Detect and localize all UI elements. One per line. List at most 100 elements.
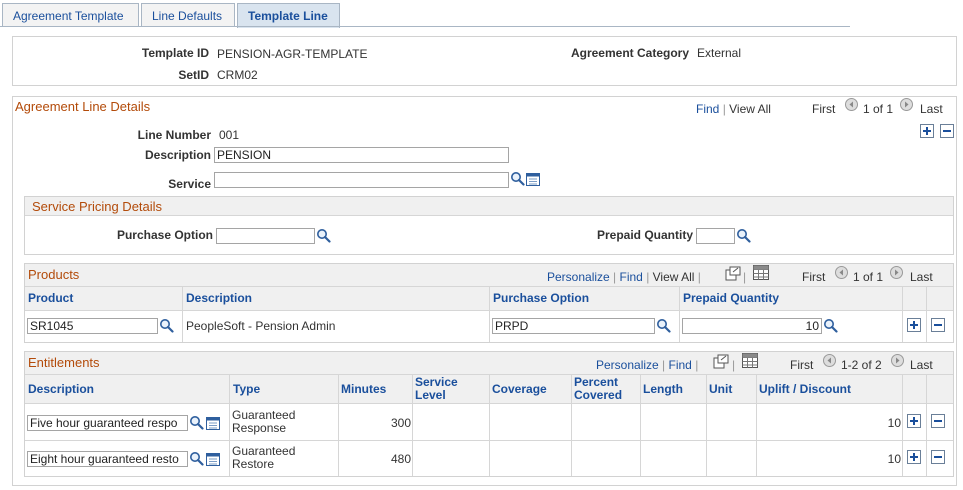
- setid-value: CRM02: [217, 68, 258, 82]
- line-details-view-all-link[interactable]: View All: [729, 102, 771, 116]
- product-purchase-option-search-icon[interactable]: [656, 318, 671, 333]
- product-purchase-option-input[interactable]: PRPD: [492, 318, 655, 334]
- entitlements-col-divider: [706, 374, 707, 476]
- service-pricing-title: Service Pricing Details: [32, 199, 163, 214]
- products-col-divider: [902, 286, 903, 342]
- entitlements-col-coverage[interactable]: Coverage: [492, 383, 547, 396]
- products-col-divider: [679, 286, 680, 342]
- tab-template-line[interactable]: Template Line: [237, 3, 340, 28]
- products-add-row-icon[interactable]: [907, 318, 921, 332]
- new-window-icon[interactable]: [713, 354, 729, 369]
- products-personalize-link[interactable]: Personalize: [547, 270, 610, 284]
- description-input[interactable]: PENSION: [214, 147, 509, 163]
- tab-line-defaults[interactable]: Line Defaults: [141, 3, 235, 27]
- tab-divider: [0, 26, 850, 27]
- entitlements-find-link[interactable]: Find: [669, 358, 692, 372]
- purchase-option-label: Purchase Option: [116, 228, 213, 242]
- prepaid-quantity-input[interactable]: [696, 228, 735, 244]
- products-col-purchase-option[interactable]: Purchase Option: [493, 292, 589, 305]
- entitlements-previous-icon[interactable]: [823, 354, 836, 367]
- service-pricing-header: [25, 197, 953, 216]
- products-col-description[interactable]: Description: [186, 292, 252, 305]
- product-input[interactable]: SR1045: [27, 318, 158, 334]
- entitlements-col-divider: [640, 374, 641, 476]
- line-details-first[interactable]: First: [812, 102, 835, 116]
- delete-row-icon[interactable]: [940, 124, 954, 138]
- products-view-all-link[interactable]: View All: [653, 270, 695, 284]
- service-detail-icon[interactable]: [526, 172, 540, 186]
- prepaid-quantity-search-icon[interactable]: [736, 228, 751, 243]
- entitlement-add-row-icon[interactable]: [907, 450, 921, 464]
- products-delete-row-icon[interactable]: [931, 318, 945, 332]
- products-title: Products: [28, 267, 80, 282]
- agreement-line-details-title: Agreement Line Details: [15, 99, 151, 114]
- entitlements-last[interactable]: Last: [910, 358, 933, 372]
- entitlements-first[interactable]: First: [790, 358, 813, 372]
- products-find-link[interactable]: Find: [620, 270, 643, 284]
- entitlement-delete-row-icon[interactable]: [931, 414, 945, 428]
- entitlements-col-divider: [412, 374, 413, 476]
- entitlements-col-divider: [571, 374, 572, 476]
- entitlements-nav-separator: |: [732, 358, 736, 372]
- products-first[interactable]: First: [802, 270, 825, 284]
- entitlements-col-uplift-discount[interactable]: Uplift / Discount: [759, 383, 851, 396]
- products-last[interactable]: Last: [910, 270, 933, 284]
- entitlements-col-length[interactable]: Length: [643, 383, 683, 396]
- entitlement-type: Guaranteed Restore: [232, 444, 296, 471]
- entitlement-search-icon[interactable]: [189, 415, 204, 430]
- entitlements-col-unit[interactable]: Unit: [709, 383, 732, 396]
- entitlements-next-icon[interactable]: [891, 354, 904, 367]
- description-label: Description: [144, 148, 211, 162]
- entitlements-col-service-level[interactable]: Service Level: [415, 376, 475, 402]
- new-window-icon[interactable]: [725, 266, 741, 281]
- entitlement-minutes: 300: [390, 416, 411, 430]
- entitlement-detail-icon[interactable]: [206, 416, 220, 430]
- previous-circle-icon[interactable]: [845, 98, 858, 111]
- products-col-prepaid-quantity[interactable]: Prepaid Quantity: [683, 292, 779, 305]
- entitlements-col-description[interactable]: Description: [28, 383, 94, 396]
- tab-agreement-template[interactable]: Agreement Template: [2, 3, 139, 27]
- template-id-label: Template ID: [141, 46, 209, 60]
- download-grid-icon[interactable]: [753, 265, 769, 280]
- entitlements-nav: Personalize | Find |: [596, 358, 699, 372]
- agreement-category-value: External: [697, 46, 742, 60]
- products-previous-icon[interactable]: [835, 266, 848, 279]
- add-row-icon[interactable]: [920, 124, 934, 138]
- entitlement-add-row-icon[interactable]: [907, 414, 921, 428]
- entitlements-row-divider: [25, 440, 953, 441]
- line-details-last[interactable]: Last: [920, 102, 943, 116]
- download-grid-icon[interactable]: [742, 353, 758, 368]
- entitlement-type: Guaranteed Response: [232, 408, 296, 435]
- products-next-icon[interactable]: [890, 266, 903, 279]
- products-col-divider: [926, 286, 927, 342]
- next-circle-icon[interactable]: [900, 98, 913, 111]
- entitlements-col-minutes[interactable]: Minutes: [341, 383, 386, 396]
- purchase-option-search-icon[interactable]: [316, 228, 331, 243]
- product-description: PeopleSoft - Pension Admin: [186, 319, 336, 333]
- service-search-icon[interactable]: [510, 171, 525, 186]
- service-input[interactable]: [214, 172, 509, 188]
- entitlements-col-type[interactable]: Type: [233, 383, 260, 396]
- purchase-option-input[interactable]: [216, 228, 315, 244]
- entitlements-grid-titlebar: [25, 352, 953, 374]
- entitlement-detail-icon[interactable]: [206, 452, 220, 466]
- products-nav: Personalize | Find | View All |: [547, 270, 701, 284]
- entitlements-col-divider: [926, 374, 927, 476]
- products-col-product[interactable]: Product: [28, 292, 73, 305]
- product-prepaid-quantity-search-icon[interactable]: [823, 318, 838, 333]
- entitlements-col-divider: [229, 374, 230, 476]
- line-details-find-link[interactable]: Find: [696, 102, 719, 116]
- entitlements-col-divider: [902, 374, 903, 476]
- product-prepaid-quantity-input[interactable]: 10: [682, 318, 822, 334]
- entitlement-description-input[interactable]: Eight hour guaranteed resto: [27, 451, 188, 467]
- entitlement-delete-row-icon[interactable]: [931, 450, 945, 464]
- line-details-nav: Find | View All: [696, 102, 771, 116]
- entitlement-search-icon[interactable]: [189, 451, 204, 466]
- entitlements-col-divider: [489, 374, 490, 476]
- entitlements-personalize-link[interactable]: Personalize: [596, 358, 659, 372]
- product-search-icon[interactable]: [159, 318, 174, 333]
- products-range: 1 of 1: [853, 270, 884, 284]
- entitlements-col-percent-covered[interactable]: Percent Covered: [574, 376, 638, 402]
- entitlement-description-input[interactable]: Five hour guaranteed respo: [27, 415, 188, 431]
- entitlements-title: Entitlements: [28, 355, 100, 370]
